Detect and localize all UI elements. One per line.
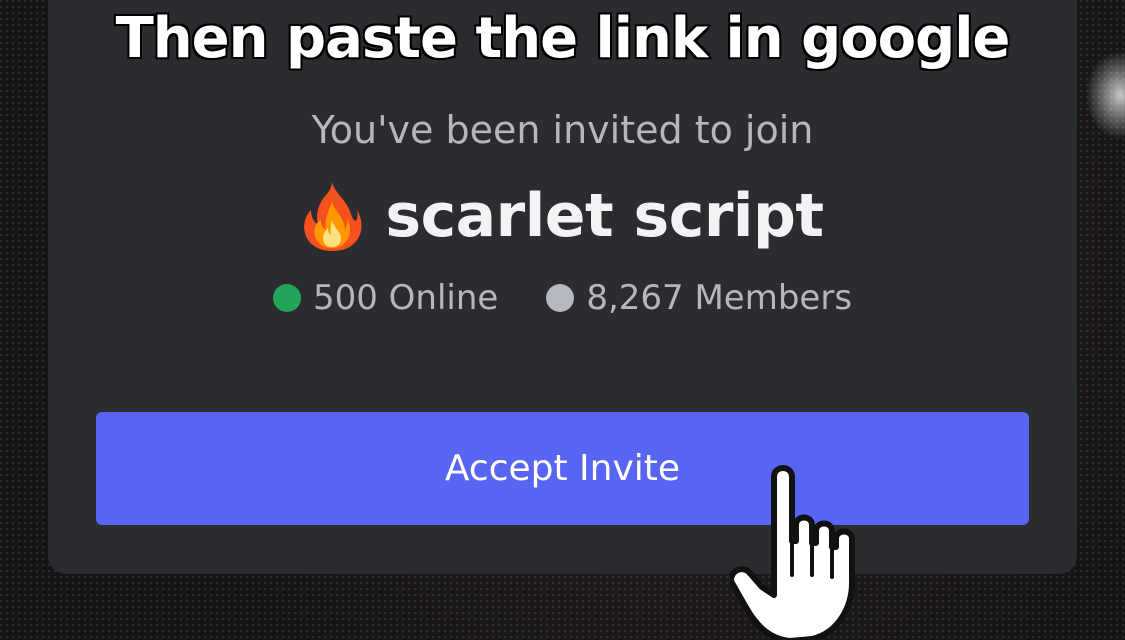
video-caption: Then paste the link in google <box>114 5 1012 73</box>
online-count: 500 Online <box>272 278 499 318</box>
members-status-dot-icon <box>546 284 575 312</box>
online-status-dot-icon <box>272 284 301 312</box>
member-count: 8,267 Members <box>546 278 852 318</box>
server-name: scarlet script <box>385 181 824 251</box>
pointing-hand-cursor-icon <box>730 465 855 640</box>
server-title: scarlet script <box>0 180 1125 252</box>
member-count-label: 8,267 Members <box>586 278 853 318</box>
server-stats: 500 Online 8,267 Members <box>0 278 1125 318</box>
invite-intro-text: You've been invited to join <box>311 108 814 152</box>
accept-invite-label: Accept Invite <box>444 448 681 489</box>
fire-emoji-icon <box>304 182 362 251</box>
online-count-label: 500 Online <box>312 278 499 318</box>
